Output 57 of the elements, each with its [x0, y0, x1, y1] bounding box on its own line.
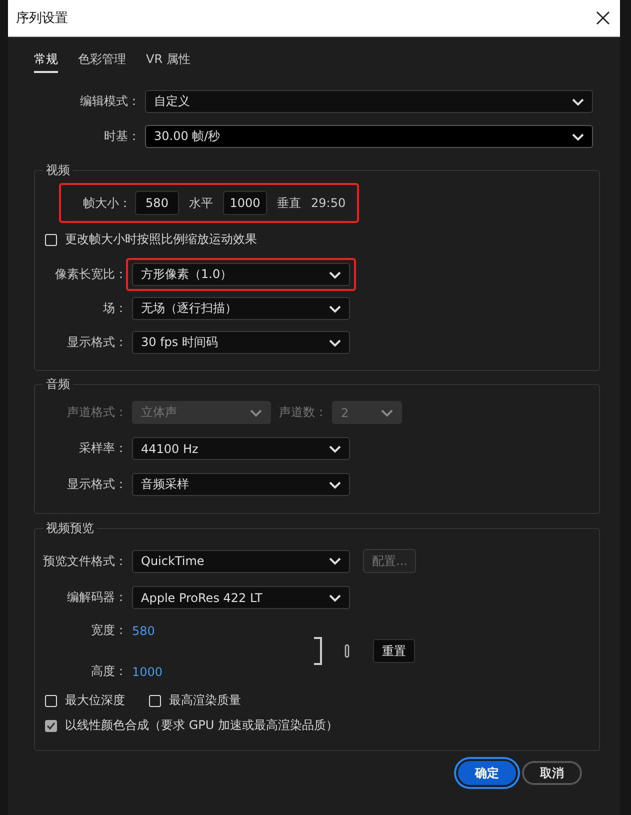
chevron-icon [250, 408, 262, 416]
field-label: 场： [102, 300, 127, 317]
field-label: 采样率： [78, 440, 127, 457]
field-label: 水平 [189, 194, 213, 212]
aspect-ratio-text: 29:50 [311, 196, 346, 210]
field-label: 编辑模式： [79, 93, 140, 110]
chevron-icon [329, 270, 341, 278]
dropdown[interactable]: 30 fps 时间码 [132, 331, 350, 354]
chevron-icon [329, 557, 341, 565]
window-title: 序列设置 [16, 10, 68, 27]
dropdown[interactable]: 音频采样 [132, 473, 350, 496]
width-value[interactable]: 580 [132, 624, 155, 638]
group-title: 视频 [43, 162, 73, 179]
field-label: 声道数： [279, 404, 327, 421]
chevron-icon [329, 304, 341, 312]
chevron-icon [329, 338, 341, 346]
field-label: 声道格式： [66, 404, 127, 421]
checkbox-label: 最大位深度 [65, 692, 125, 709]
chevron-icon [329, 480, 341, 488]
group-title: 音频 [43, 376, 73, 393]
dropdown[interactable]: 方形像素（1.0） [132, 263, 350, 286]
field-label: 显示格式： [66, 476, 127, 493]
dropdown[interactable]: 30.00 帧/秒 [145, 125, 593, 148]
dropdown[interactable]: 44100 Hz [132, 437, 350, 460]
dropdown[interactable]: Apple ProRes 422 LT [132, 586, 350, 609]
field-label: 时基： [103, 128, 140, 145]
cancel-button[interactable]: 取消 [522, 761, 582, 785]
chevron-icon [572, 132, 584, 140]
dropdown[interactable]: QuickTime [132, 550, 350, 572]
tab[interactable]: 常规 [34, 47, 58, 73]
link-icon[interactable] [343, 643, 351, 659]
field-label: 显示格式： [66, 334, 127, 351]
field-label: 帧大小： [83, 194, 131, 212]
field-label: 宽度： [90, 622, 127, 639]
chevron-icon [329, 444, 341, 452]
chevron-icon [572, 98, 584, 106]
chevron-icon [381, 408, 393, 416]
tab[interactable]: VR 属性 [146, 47, 190, 73]
input-field[interactable]: 1000 [223, 191, 267, 215]
group-title: 视频预览 [43, 520, 97, 537]
close-icon [596, 11, 610, 25]
reset-button[interactable]: 重置 [373, 639, 415, 663]
field-label: 垂直 [277, 194, 301, 212]
tab[interactable]: 色彩管理 [78, 47, 126, 73]
input-field[interactable]: 580 [135, 191, 179, 215]
checkbox-label: 以线性颜色合成（要求 GPU 加速或最高渲染品质） [65, 717, 338, 734]
bracket-icon [313, 637, 323, 665]
field-label: 编解码器： [66, 589, 127, 606]
dropdown[interactable]: 无场（逐行扫描） [132, 297, 350, 320]
field-label: 高度： [90, 663, 127, 680]
checkbox-label: 最高渲染质量 [169, 692, 241, 709]
field-label: 预览文件格式： [43, 552, 127, 570]
height-value[interactable]: 1000 [132, 664, 163, 678]
checkbox-label: 更改帧大小时按照比例缩放运动效果 [65, 231, 257, 248]
dropdown[interactable]: 自定义 [145, 90, 593, 113]
chevron-icon [329, 594, 341, 602]
field-label: 像素长宽比： [54, 266, 127, 283]
